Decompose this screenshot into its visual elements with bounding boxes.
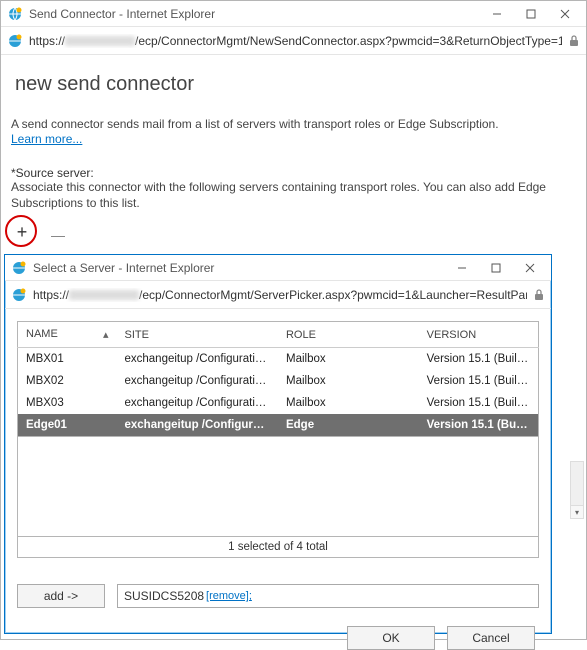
page-description: A send connector sends mail from a list … (11, 116, 576, 132)
cell-site: exchangeitup /Configuration/Si... (116, 370, 278, 392)
outer-scrollbar[interactable] (570, 461, 584, 511)
url-host-redacted (69, 290, 139, 300)
page-content: new send connector A send connector send… (1, 55, 586, 281)
outer-titlebar: Send Connector - Internet Explorer (1, 1, 586, 27)
remove-server-button[interactable] (51, 236, 65, 237)
ie-icon (11, 287, 27, 303)
url-scheme: https:// (29, 34, 65, 48)
cell-role: Mailbox (278, 370, 419, 392)
cell-version: Version 15.1 (Build... (419, 392, 539, 414)
cell-name: MBX02 (18, 370, 117, 392)
cell-site: exchangeitup /Configuration/Si... (116, 348, 278, 371)
selected-server-value: SUSIDCS5208 (124, 589, 204, 603)
cell-name: MBX03 (18, 392, 117, 414)
source-server-hint: Associate this connector with the follow… (11, 180, 576, 211)
cell-version: Version 15.1 (Build... (419, 348, 539, 371)
picker-body: NAME ▴ SITE ROLE VERSION MBX01 exchangeit… (5, 309, 551, 650)
cell-name: MBX01 (18, 348, 117, 371)
add-server-button[interactable]: + (11, 221, 33, 243)
cell-version: Version 15.1 (Buil... (419, 414, 539, 437)
outer-address-bar: https:// /ecp/ConnectorMgmt/NewSendConnec… (1, 27, 586, 55)
server-picker-window: Select a Server - Internet Explorer http… (4, 254, 552, 634)
col-name[interactable]: NAME ▴ (18, 322, 117, 348)
dialog-buttons: OK Cancel (17, 626, 539, 650)
picker-table: NAME ▴ SITE ROLE VERSION MBX01 exchangeit… (17, 321, 539, 437)
picker-window-controls (445, 257, 547, 279)
outer-window-title: Send Connector - Internet Explorer (29, 7, 480, 21)
url-path: /ecp/ConnectorMgmt/NewSendConnector.aspx… (135, 34, 562, 48)
minimize-button[interactable] (480, 3, 514, 25)
picker-empty-area (17, 437, 539, 537)
maximize-button[interactable] (514, 3, 548, 25)
ie-icon (7, 33, 23, 49)
picker-selection-status: 1 selected of 4 total (17, 537, 539, 558)
page-heading: new send connector (15, 73, 576, 96)
url-scheme: https:// (33, 288, 69, 302)
add-button[interactable]: add -> (17, 584, 105, 608)
ok-button[interactable]: OK (347, 626, 435, 650)
cell-version: Version 15.1 (Build... (419, 370, 539, 392)
picker-header-row: NAME ▴ SITE ROLE VERSION (18, 322, 539, 348)
add-row: add -> SUSIDCS5208 [remove]; (17, 584, 539, 608)
cell-role: Mailbox (278, 392, 419, 414)
ie-icon (7, 6, 23, 22)
cell-role: Mailbox (278, 348, 419, 371)
cell-name: Edge01 (18, 414, 117, 437)
table-row-selected[interactable]: Edge01 exchangeitup /Configuration/... E… (18, 414, 539, 437)
picker-address-bar: https:// /ecp/ConnectorMgmt/ServerPicker.… (5, 281, 551, 309)
lock-icon (533, 289, 545, 301)
table-row[interactable]: MBX03 exchangeitup /Configuration/Si... … (18, 392, 539, 414)
table-row[interactable]: MBX01 exchangeitup /Configuration/Si... … (18, 348, 539, 371)
add-server-button-wrap: + (11, 221, 41, 251)
close-button[interactable] (548, 3, 582, 25)
col-role[interactable]: ROLE (278, 322, 419, 348)
col-version[interactable]: VERSION (419, 322, 539, 348)
source-server-label: *Source server: (11, 166, 576, 180)
picker-titlebar: Select a Server - Internet Explorer (5, 255, 551, 281)
maximize-button[interactable] (479, 257, 513, 279)
cancel-button[interactable]: Cancel (447, 626, 535, 650)
cell-site: exchangeitup /Configuration/... (116, 414, 278, 437)
url-path: /ecp/ConnectorMgmt/ServerPicker.aspx?pwm… (139, 288, 527, 302)
cell-role: Edge (278, 414, 419, 437)
close-button[interactable] (513, 257, 547, 279)
outer-scrollbar-down-icon[interactable]: ▾ (570, 505, 584, 519)
lock-icon (568, 35, 580, 47)
url-host-redacted (65, 36, 135, 46)
table-row[interactable]: MBX02 exchangeitup /Configuration/Si... … (18, 370, 539, 392)
picker-url[interactable]: https:// /ecp/ConnectorMgmt/ServerPicker.… (33, 288, 527, 302)
sort-asc-icon: ▴ (103, 328, 109, 341)
ie-icon (11, 260, 27, 276)
outer-url[interactable]: https:// /ecp/ConnectorMgmt/NewSendConnec… (29, 34, 562, 48)
outer-window-controls (480, 3, 582, 25)
picker-window-title: Select a Server - Internet Explorer (33, 261, 445, 275)
cell-site: exchangeitup /Configuration/Si... (116, 392, 278, 414)
remove-link[interactable]: [remove]; (206, 590, 252, 602)
col-site[interactable]: SITE (116, 322, 278, 348)
minimize-button[interactable] (445, 257, 479, 279)
col-name-label: NAME (26, 328, 58, 340)
learn-more-link[interactable]: Learn more... (11, 132, 82, 146)
server-list-toolbar: + (11, 221, 576, 251)
selected-servers-field[interactable]: SUSIDCS5208 [remove]; (117, 584, 539, 608)
